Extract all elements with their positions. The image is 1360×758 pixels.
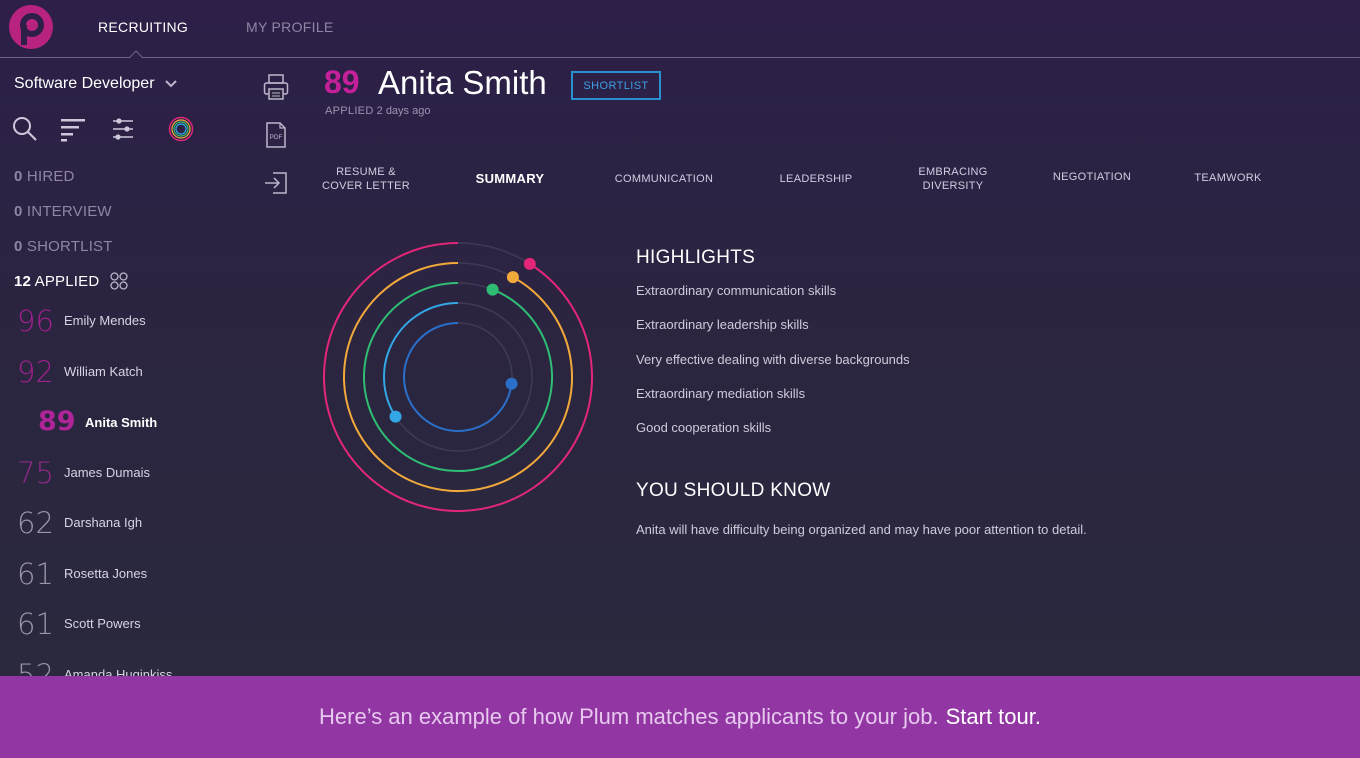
applicant-name: Emily Mendes <box>64 313 146 328</box>
ring-marker-negotiation <box>389 410 402 423</box>
plum-logo-icon[interactable] <box>8 4 54 50</box>
highlight-item: Very effective dealing with diverse back… <box>636 352 910 367</box>
tab-teamwork[interactable]: TEAMWORK <box>1178 171 1278 185</box>
highlight-item: Extraordinary communication skills <box>636 283 837 298</box>
tour-banner: Here’s an example of how Plum matches ap… <box>0 676 1360 758</box>
applicant-score: 52 <box>17 658 54 676</box>
stage-applied[interactable]: 12 APPLIED <box>14 273 99 290</box>
highlight-item: Extraordinary mediation skills <box>636 386 806 401</box>
nav-tab-recruiting[interactable]: RECRUITING <box>98 19 188 35</box>
applied-status: APPLIED 2 days ago <box>325 105 431 117</box>
applicant-name: Scott Powers <box>64 616 141 631</box>
applicant-row[interactable]: 62 Darshana Igh <box>0 502 240 548</box>
pdf-icon[interactable]: PDF <box>263 121 289 149</box>
tab-embracing-diversity[interactable]: EMBRACING DIVERSITY <box>903 165 1003 193</box>
tab-negotiation[interactable]: NEGOTIATION <box>1042 170 1142 184</box>
tab-communication[interactable]: COMMUNICATION <box>604 172 724 186</box>
applicant-score: 96 <box>17 304 54 338</box>
export-icon[interactable] <box>263 169 289 197</box>
ring-marker-leadership <box>506 271 519 284</box>
trait-rings-chart <box>323 242 593 512</box>
banner-message: Here’s an example of how Plum matches ap… <box>319 704 939 729</box>
stage-interview[interactable]: 0 INTERVIEW <box>14 203 112 220</box>
grid-view-icon[interactable] <box>110 272 128 290</box>
print-icon[interactable] <box>263 73 289 101</box>
candidate-score: 89 <box>324 64 360 100</box>
applicant-score: 61 <box>17 557 54 591</box>
chevron-down-icon <box>164 80 177 88</box>
highlight-item: Extraordinary leadership skills <box>636 317 809 332</box>
applicant-name: William Katch <box>64 364 143 379</box>
svg-text:PDF: PDF <box>270 134 283 141</box>
applicant-name: Amanda Huginkiss <box>64 667 173 676</box>
highlight-item: Good cooperation skills <box>636 420 772 435</box>
filter-sliders-icon[interactable] <box>110 116 136 142</box>
ring-marker-teamwork <box>505 377 518 390</box>
applicant-row[interactable]: 61 Rosetta Jones <box>0 553 240 599</box>
tab-leadership[interactable]: LEADERSHIP <box>766 172 866 186</box>
match-rings-icon[interactable] <box>168 116 194 142</box>
applicant-score: 61 <box>17 607 54 641</box>
search-icon[interactable] <box>12 116 38 142</box>
stage-shortlist[interactable]: 0 SHORTLIST <box>14 238 113 255</box>
ring-marker-embracing-diversity <box>486 283 499 296</box>
ring-marker-communication <box>523 257 536 270</box>
active-tab-caret-icon <box>129 50 143 59</box>
nav-tab-my-profile[interactable]: MY PROFILE <box>246 19 334 35</box>
tab-resume-cover-letter[interactable]: RESUME & COVER LETTER <box>316 165 416 193</box>
should-know-text: Anita will have difficulty being organiz… <box>636 522 1087 537</box>
applicant-row-selected[interactable]: 89 Anita Smith <box>0 402 240 448</box>
sort-icon[interactable] <box>60 116 86 142</box>
job-select-dropdown[interactable]: Software Developer <box>14 75 177 93</box>
applicant-name: Rosetta Jones <box>64 566 148 581</box>
applicant-row[interactable]: 61 Scott Powers <box>0 603 240 649</box>
candidate-name: Anita Smith <box>378 64 547 101</box>
ring-arc-embracing-diversity <box>363 282 553 472</box>
ring-arc-leadership <box>343 262 573 492</box>
shortlist-button[interactable]: SHORTLIST <box>571 71 661 100</box>
ring-arc-negotiation <box>383 302 459 418</box>
applicant-row[interactable]: 52 Amanda Huginkiss <box>0 654 240 676</box>
applicant-row[interactable]: 96 Emily Mendes <box>0 300 240 346</box>
applicant-name: Anita Smith <box>85 415 158 430</box>
highlights-title: HIGHLIGHTS <box>636 247 756 268</box>
applicant-row[interactable]: 75 James Dumais <box>0 452 240 498</box>
ring-track <box>343 262 573 492</box>
applicant-score: 92 <box>17 355 54 389</box>
stage-hired[interactable]: 0 HIRED <box>14 168 75 185</box>
applicant-name: James Dumais <box>64 465 150 480</box>
should-know-title: YOU SHOULD KNOW <box>636 480 831 501</box>
job-title: Software Developer <box>14 75 155 92</box>
tab-summary[interactable]: SUMMARY <box>460 172 560 186</box>
applicant-score: 89 <box>38 406 76 437</box>
applicant-list: 96 Emily Mendes 92 William Katch 89 Anit… <box>0 300 240 676</box>
start-tour-link[interactable]: Start tour. <box>946 704 1041 730</box>
applicant-name: Darshana Igh <box>64 515 143 530</box>
applicant-score: 62 <box>17 506 54 540</box>
applicant-score: 75 <box>17 456 54 490</box>
top-navigation: RECRUITING MY PROFILE <box>0 0 1360 59</box>
applicant-row[interactable]: 92 William Katch <box>0 351 240 397</box>
